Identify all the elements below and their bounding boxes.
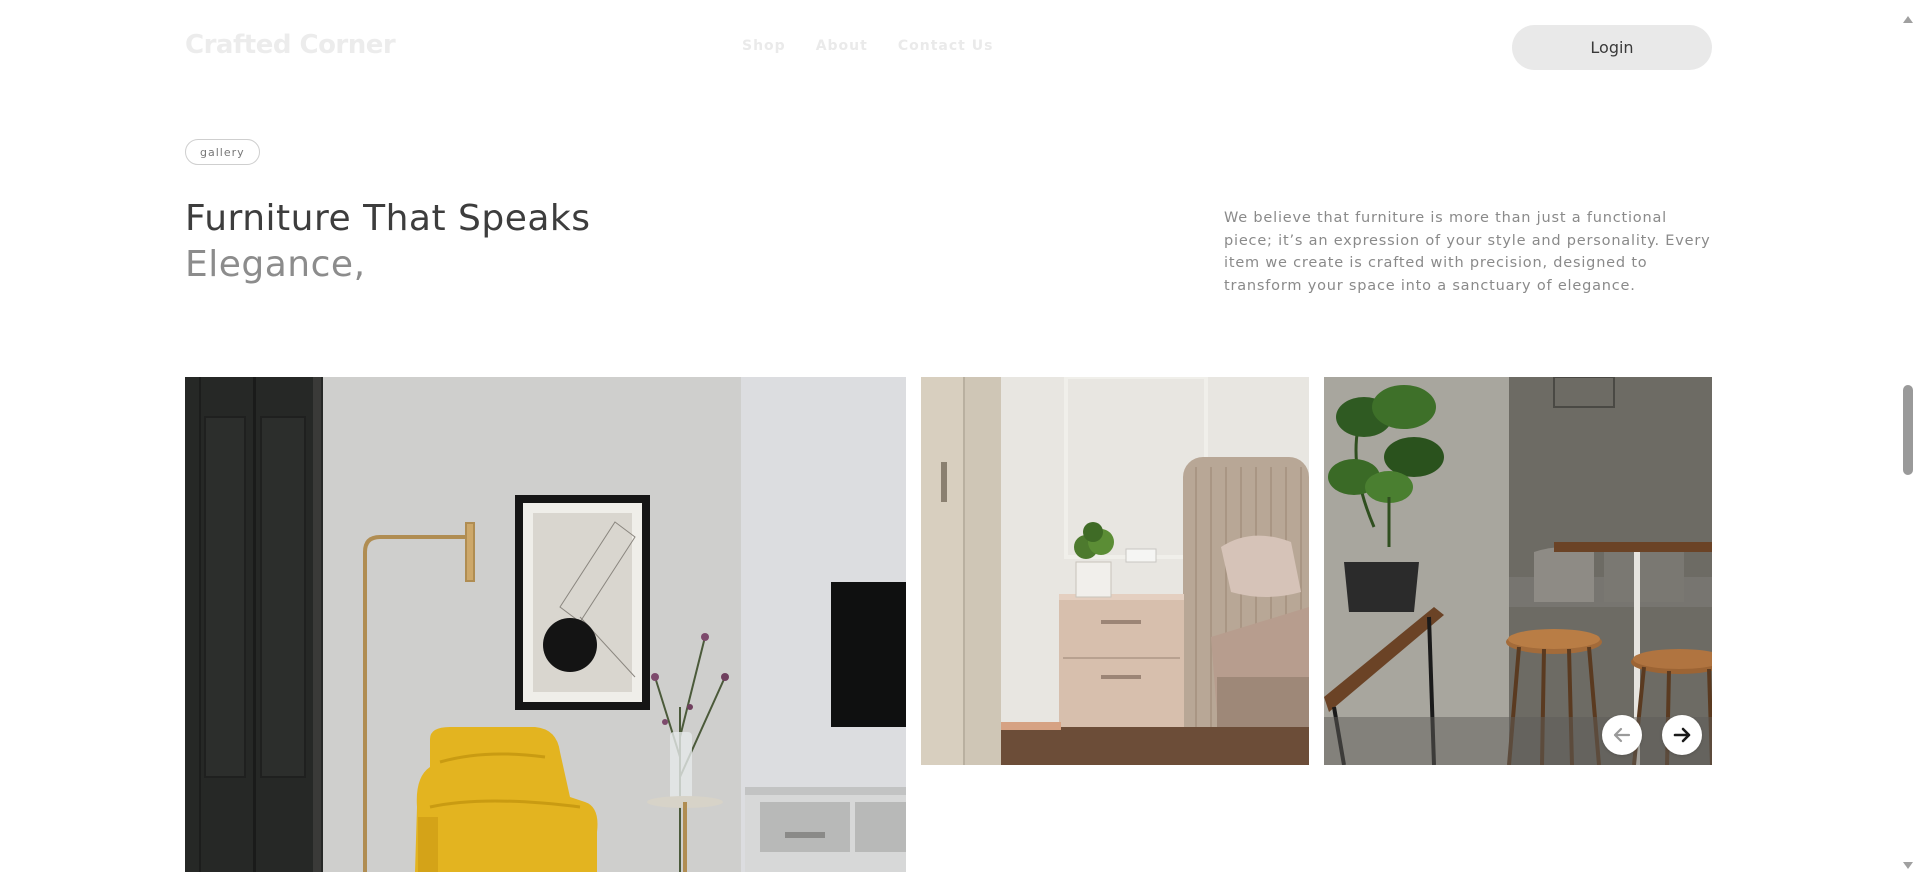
gallery-image-cafe[interactable] <box>1324 377 1712 765</box>
arrow-right-icon <box>1673 727 1691 743</box>
scroll-down-arrow-icon[interactable] <box>1903 862 1913 869</box>
nav-link-shop[interactable]: Shop <box>742 38 786 54</box>
brand-logo[interactable]: Crafted Corner <box>185 30 396 60</box>
login-button[interactable]: Login <box>1512 25 1712 70</box>
carousel-prev-button[interactable] <box>1602 715 1642 755</box>
section-subtitle: Elegance, <box>185 244 366 285</box>
living-room-illustration <box>185 377 906 872</box>
scroll-thumb[interactable] <box>1903 385 1913 475</box>
gallery-image-bedroom[interactable] <box>921 377 1309 765</box>
section-description: We believe that furniture is more than j… <box>1224 210 1711 294</box>
cafe-illustration <box>1324 377 1712 765</box>
gallery-image-living-room[interactable] <box>185 377 906 872</box>
page-scrollbar[interactable] <box>1900 0 1917 872</box>
bedroom-illustration <box>921 377 1309 765</box>
page: Crafted Corner Shop About Contact Us Log… <box>0 0 1917 872</box>
section-badge: gallery <box>185 139 260 165</box>
scroll-up-arrow-icon[interactable] <box>1903 16 1913 23</box>
main-nav: Shop About Contact Us <box>742 38 993 54</box>
nav-link-about[interactable]: About <box>816 38 868 54</box>
nav-link-contact[interactable]: Contact Us <box>898 38 994 54</box>
carousel-next-button[interactable] <box>1662 715 1702 755</box>
arrow-left-icon <box>1613 727 1631 743</box>
section-title: Furniture That Speaks <box>185 198 591 239</box>
